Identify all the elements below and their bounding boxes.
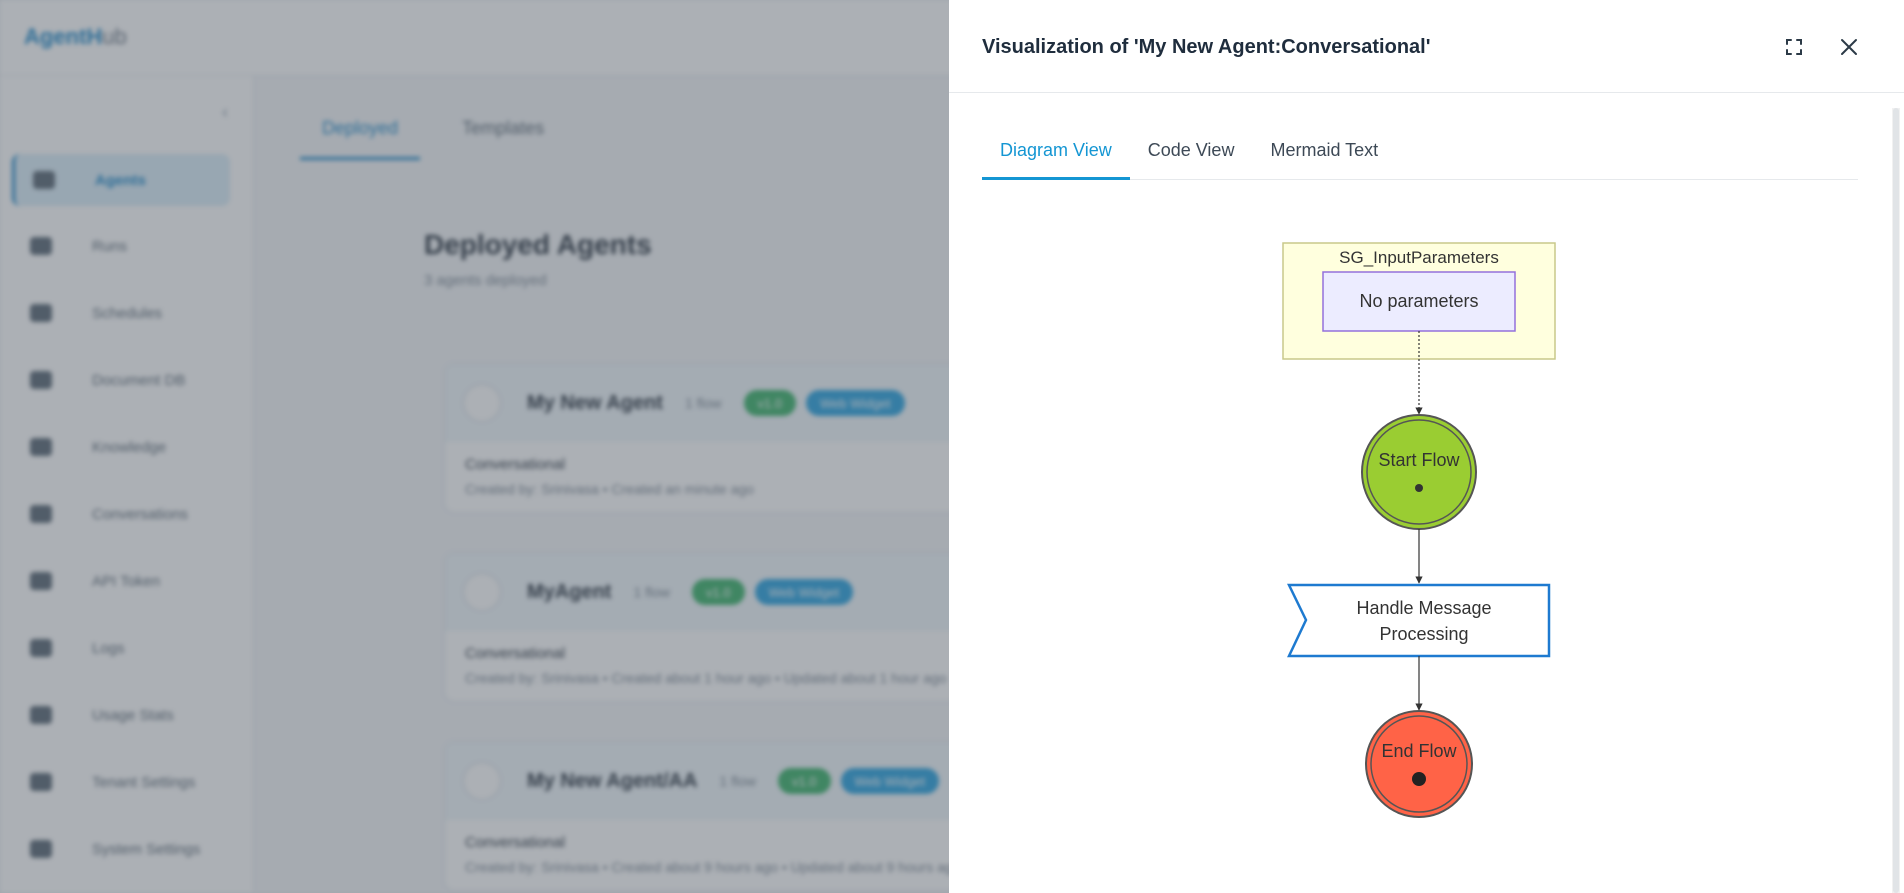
visualization-drawer: Visualization of 'My New Agent:Conversat…	[949, 0, 1904, 893]
end-flow-label: End Flow	[1381, 741, 1457, 761]
modal-backdrop[interactable]	[0, 0, 949, 893]
handle-message-label-2: Processing	[1379, 624, 1468, 644]
param-node-label: No parameters	[1359, 291, 1478, 311]
handle-message-label-1: Handle Message	[1356, 598, 1491, 618]
start-flow-label: Start Flow	[1378, 450, 1460, 470]
start-dot-icon	[1415, 484, 1423, 492]
flow-diagram: SG_InputParameters No parameters Start F…	[949, 0, 1904, 893]
start-flow-node[interactable]	[1361, 414, 1477, 530]
end-flow-node[interactable]	[1365, 710, 1473, 818]
handle-message-node[interactable]	[1287, 583, 1551, 658]
end-dot-icon	[1412, 772, 1426, 786]
subgraph-label: SG_InputParameters	[1339, 248, 1499, 267]
